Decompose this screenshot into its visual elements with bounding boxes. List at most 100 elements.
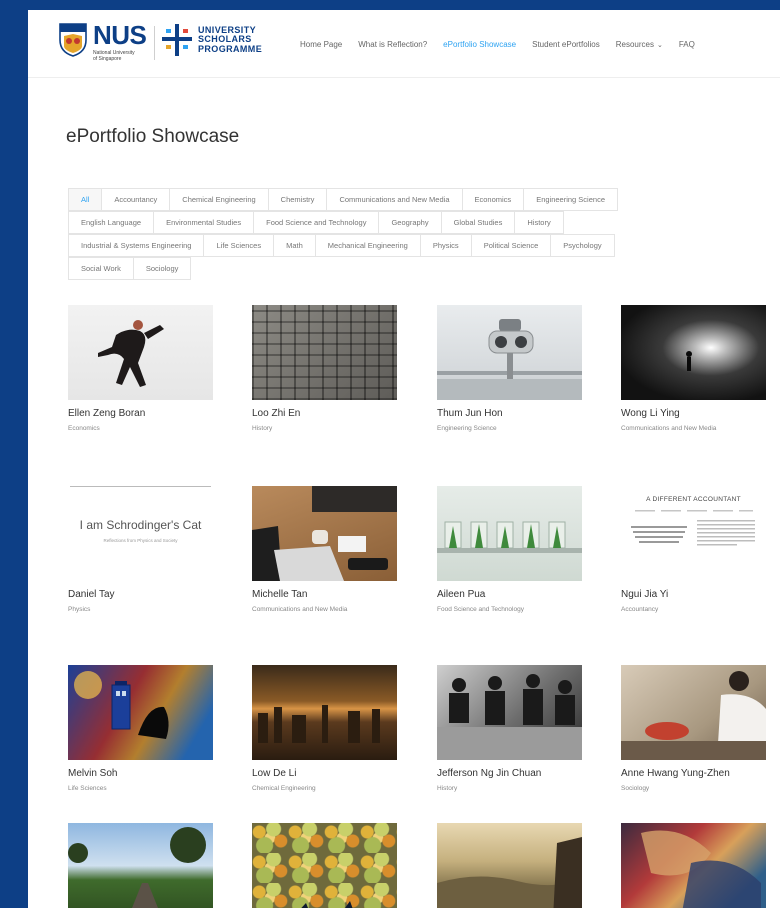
- student-category: Chemical Engineering: [252, 785, 316, 792]
- nus-logo[interactable]: NUS National University of Singapore: [58, 22, 152, 64]
- filter-physics[interactable]: Physics: [419, 234, 472, 257]
- leaves-image: [301, 901, 353, 908]
- nav-faq[interactable]: FAQ: [679, 40, 695, 49]
- usp-line-3: PROGRAMME: [198, 43, 263, 54]
- nav-home[interactable]: Home Page: [300, 40, 342, 49]
- historic-photo-image: [437, 674, 582, 760]
- filter-political-science[interactable]: Political Science: [470, 234, 552, 257]
- filter-history[interactable]: History: [514, 211, 564, 234]
- filter-chemical-engineering[interactable]: Chemical Engineering: [169, 188, 269, 211]
- portfolio-thumbnail[interactable]: [621, 305, 766, 400]
- main-nav: Home Page What is Reflection? ePortfolio…: [300, 40, 711, 49]
- portfolio-card[interactable]: Loo Zhi En History: [252, 305, 402, 432]
- portfolio-card[interactable]: Low De Li Chemical Engineering: [252, 665, 402, 792]
- student-name[interactable]: Aileen Pua: [437, 589, 587, 600]
- portfolio-thumbnail[interactable]: [68, 305, 213, 400]
- portfolio-card[interactable]: Ellen Zeng Boran Economics: [68, 305, 218, 432]
- student-name[interactable]: Low De Li: [252, 768, 402, 779]
- logo-divider: [154, 26, 155, 60]
- filter-life-sciences[interactable]: Life Sciences: [203, 234, 275, 257]
- usp-logo[interactable]: UNIVERSITY SCHOLARS PROGRAMME: [162, 24, 262, 56]
- page-title: ePortfolio Showcase: [66, 126, 240, 147]
- nus-sub-text: National University of Singapore: [93, 50, 135, 63]
- student-name[interactable]: Daniel Tay: [68, 589, 218, 600]
- student-name[interactable]: Michelle Tan: [252, 589, 402, 600]
- laptop-image: [252, 486, 397, 581]
- portfolio-thumbnail[interactable]: [252, 305, 397, 400]
- portfolio-thumbnail[interactable]: [437, 665, 582, 760]
- student-category: History: [437, 785, 458, 792]
- portfolio-card[interactable]: [621, 823, 771, 908]
- portfolio-card[interactable]: Wong Li Ying Communications and New Medi…: [621, 305, 771, 432]
- portfolio-thumbnail[interactable]: A DIFFERENT ACCOUNTANT: [621, 486, 766, 581]
- portfolio-card[interactable]: Melvin Soh Life Sciences: [68, 665, 218, 792]
- portfolio-card[interactable]: Thum Jun Hon Engineering Science: [437, 305, 587, 432]
- student-category: Communications and New Media: [252, 606, 348, 613]
- portfolio-card[interactable]: Jefferson Ng Jin Chuan History: [437, 665, 587, 792]
- filter-sociology[interactable]: Sociology: [132, 257, 192, 280]
- nav-resources[interactable]: Resources ⌄: [616, 40, 663, 49]
- filter-social-work[interactable]: Social Work: [68, 257, 134, 280]
- portfolio-thumbnail[interactable]: [437, 486, 582, 581]
- painting-image: [68, 665, 213, 760]
- student-name[interactable]: Wong Li Ying: [621, 408, 771, 419]
- student-name[interactable]: Loo Zhi En: [252, 408, 402, 419]
- filter-industrial-systems-engineering[interactable]: Industrial & Systems Engineering: [68, 234, 205, 257]
- student-name[interactable]: Melvin Soh: [68, 768, 218, 779]
- student-name[interactable]: Ngui Jia Yi: [621, 589, 771, 600]
- portfolio-thumbnail[interactable]: [68, 823, 213, 908]
- portfolio-card[interactable]: Aileen Pua Food Science and Technology: [437, 486, 587, 613]
- portfolio-thumbnail[interactable]: [252, 486, 397, 581]
- nus-crest-icon: [59, 23, 87, 57]
- filter-english-language[interactable]: English Language: [68, 211, 155, 234]
- filter-geography[interactable]: Geography: [378, 211, 442, 234]
- hills-image: [437, 837, 582, 908]
- portfolio-thumbnail[interactable]: [621, 665, 766, 760]
- portfolio-thumbnail[interactable]: [68, 665, 213, 760]
- nav-eportfolio-showcase[interactable]: ePortfolio Showcase: [443, 40, 516, 49]
- site-header: NUS National University of Singapore UNIV…: [28, 10, 780, 78]
- filter-communications-and-new-media[interactable]: Communications and New Media: [326, 188, 463, 211]
- nav-what-is-reflection[interactable]: What is Reflection?: [358, 40, 427, 49]
- portfolio-thumbnail[interactable]: I am Schrodinger's Cat Reflections from …: [68, 486, 213, 581]
- filter-economics[interactable]: Economics: [461, 188, 525, 211]
- nav-resources-label: Resources: [615, 40, 654, 49]
- craft-image: [621, 671, 766, 760]
- portfolio-thumbnail[interactable]: [621, 823, 766, 908]
- student-name[interactable]: Anne Hwang Yung-Zhen: [621, 768, 771, 779]
- thumbnail-title: I am Schrodinger's Cat: [79, 518, 202, 532]
- portfolio-card[interactable]: [68, 823, 218, 908]
- filter-accountancy[interactable]: Accountancy: [101, 188, 171, 211]
- filter-environmental-studies[interactable]: Environmental Studies: [153, 211, 255, 234]
- student-category: History: [252, 425, 273, 432]
- portfolio-card[interactable]: Anne Hwang Yung-Zhen Sociology: [621, 665, 771, 792]
- nav-student-eportfolios[interactable]: Student ePortfolios: [532, 40, 600, 49]
- portfolio-thumbnail[interactable]: [437, 823, 582, 908]
- student-name[interactable]: Thum Jun Hon: [437, 408, 587, 419]
- portfolio-thumbnail[interactable]: [252, 665, 397, 760]
- filter-global-studies[interactable]: Global Studies: [440, 211, 516, 234]
- portfolio-card[interactable]: A DIFFERENT ACCOUNTANT Ngui Jia Yi Accou…: [621, 486, 771, 613]
- filter-psychology[interactable]: Psychology: [550, 234, 615, 257]
- filter-chemistry[interactable]: Chemistry: [267, 188, 328, 211]
- filter-food-science-and-technology[interactable]: Food Science and Technology: [253, 211, 380, 234]
- document-lines-image: [631, 510, 755, 546]
- filter-engineering-science[interactable]: Engineering Science: [523, 188, 618, 211]
- field-image: [68, 827, 206, 908]
- student-name[interactable]: Ellen Zeng Boran: [68, 408, 218, 419]
- filter-mechanical-engineering[interactable]: Mechanical Engineering: [314, 234, 421, 257]
- portfolio-card[interactable]: [437, 823, 587, 908]
- portfolio-thumbnail[interactable]: [252, 823, 397, 908]
- dancers-image: [98, 320, 164, 387]
- portfolio-card[interactable]: I am Schrodinger's Cat Reflections from …: [68, 486, 218, 613]
- portfolio-thumbnail[interactable]: [437, 305, 582, 400]
- portfolio-card[interactable]: Michelle Tan Communications and New Medi…: [252, 486, 402, 613]
- filter-math[interactable]: Math: [273, 234, 316, 257]
- portfolio-card[interactable]: [252, 823, 402, 908]
- filter-row: All Accountancy Chemical Engineering Che…: [68, 188, 728, 211]
- divider: [70, 486, 211, 487]
- filter-all[interactable]: All: [68, 188, 103, 211]
- filter-row: Social Work Sociology: [68, 257, 728, 280]
- filter-row: English Language Environmental Studies F…: [68, 211, 728, 234]
- student-name[interactable]: Jefferson Ng Jin Chuan: [437, 768, 587, 779]
